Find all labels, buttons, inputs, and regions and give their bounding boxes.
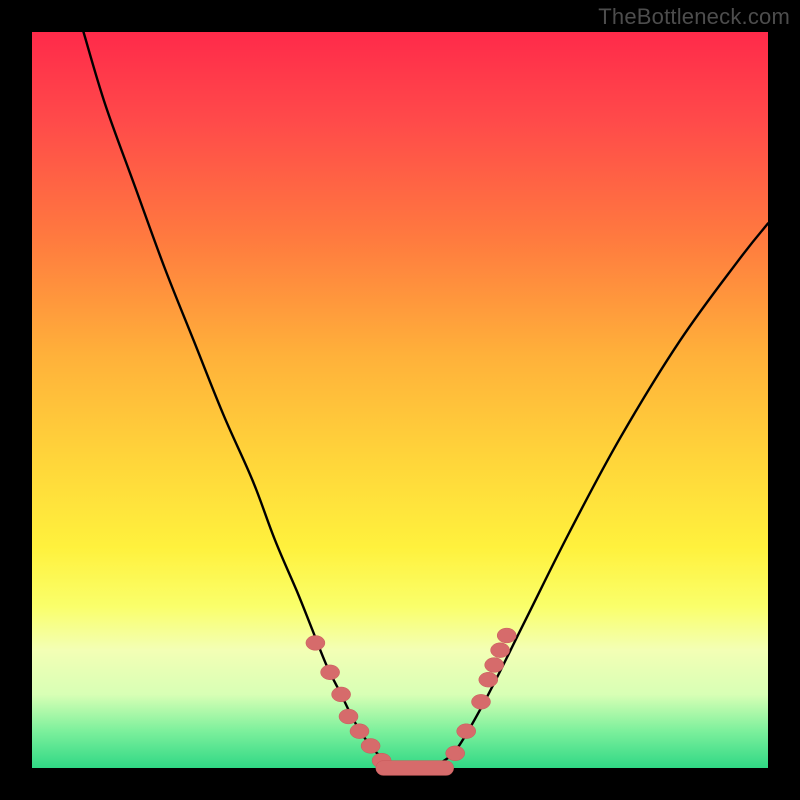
chart-frame: TheBottleneck.com [0,0,800,800]
chart-svg [32,32,768,768]
marker-bottom-bar [376,761,454,776]
marker-dot [497,628,516,643]
marker-dot [332,687,351,702]
marker-dot [350,724,369,739]
marker-dot [457,724,476,739]
marker-dot [479,672,498,687]
marker-dot [306,636,325,651]
marker-dot [485,658,504,673]
watermark-text: TheBottleneck.com [598,4,790,30]
marker-dot [446,746,465,761]
marker-dot [491,643,510,658]
marker-dot [321,665,340,680]
bottleneck-curve [84,32,769,769]
marker-dot [472,694,491,709]
highlighted-points-group [306,628,516,775]
marker-dot [361,739,380,754]
marker-dot [339,709,358,724]
chart-plot-area [32,32,768,768]
